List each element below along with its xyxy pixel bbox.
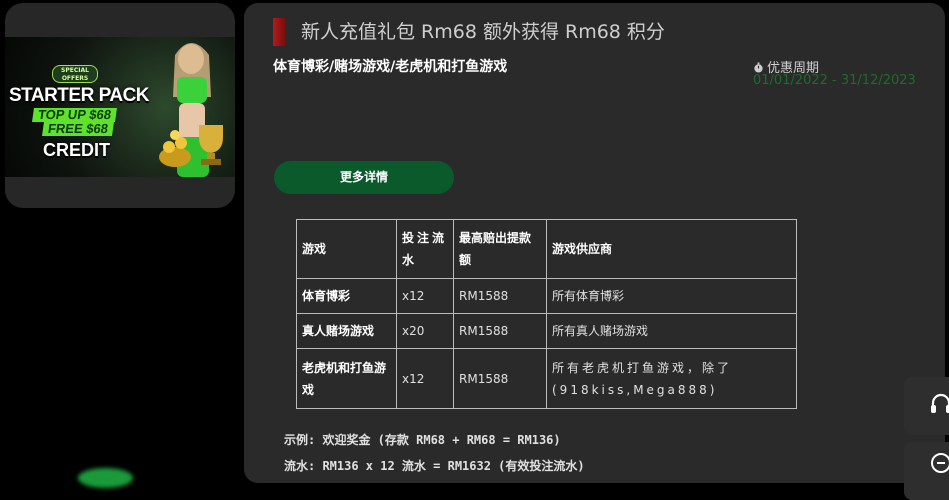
banner-credit-text: CREDIT	[43, 140, 110, 160]
headset-icon	[931, 393, 949, 413]
table-header-cell: 游戏供应商	[546, 219, 797, 279]
table-header-cell: 游戏	[296, 219, 397, 279]
table-cell: 老虎机和打鱼游戏	[296, 348, 397, 409]
table-cell: 体育博彩	[296, 278, 397, 314]
special-offers-badge: SPECIAL OFFERS	[52, 65, 98, 83]
table-row: 体育博彩 x12 RM1588 所有体育博彩	[296, 278, 797, 314]
table-cell: 所有真人赌场游戏	[546, 313, 797, 349]
banner-topup-text: TOP UP $68	[32, 107, 117, 122]
table-cell: RM1588	[453, 278, 547, 314]
more-details-button[interactable]: 更多详情	[274, 161, 454, 194]
promo-categories: 体育博彩/赌场游戏/老虎机和打鱼游戏	[273, 59, 508, 75]
table-cell: 真人赌场游戏	[296, 313, 397, 349]
starter-pack-banner[interactable]: SPECIAL OFFERS STARTER PACK TOP UP $68 F…	[5, 37, 235, 177]
table-row: 老虎机和打鱼游戏 x12 RM1588 所有老虎机打鱼游戏，除了(918kiss…	[296, 348, 797, 409]
table-cell: x12	[396, 278, 454, 314]
example-bonus-text: 示例: 欢迎奖金 (存款 RM68 + RM68 = RM136)	[284, 433, 561, 447]
chat-icon	[931, 453, 949, 473]
gold-coins-icon	[159, 130, 191, 167]
table-header-row: 游戏 投注流水 最高赔出提款额 游戏供应商	[296, 219, 797, 279]
banner-title: STARTER PACK	[9, 85, 150, 106]
example-turnover-text: 流水: RM136 x 12 流水 = RM1632 (有效投注流水)	[284, 459, 585, 473]
table-cell: 所有体育博彩	[546, 278, 797, 314]
table-row: 真人赌场游戏 x20 RM1588 所有真人赌场游戏	[296, 313, 797, 349]
trophy-icon	[199, 125, 223, 165]
table-header-cell: 最高赔出提款额	[453, 219, 547, 279]
table-cell: x12	[396, 348, 454, 409]
banner-free-text: FREE $68	[42, 121, 114, 136]
promo-title: 新人充值礼包 Rm68 额外获得 Rm68 积分	[301, 21, 665, 43]
table-header-cell: 投注流水	[396, 219, 454, 279]
customer-support-button[interactable]	[904, 377, 949, 435]
green-glow-decoration	[78, 468, 133, 488]
promo-detail-card: 新人充值礼包 Rm68 额外获得 Rm68 积分 体育博彩/赌场游戏/老虎机和打…	[244, 3, 945, 483]
table-cell: 所有老虎机打鱼游戏，除了(918kiss,Mega888)	[546, 348, 797, 409]
promo-rules-table: 游戏 投注流水 最高赔出提款额 游戏供应商 体育博彩 x12 RM1588 所有…	[296, 219, 797, 409]
table-cell: RM1588	[453, 348, 547, 409]
promo-period-value: 01/01/2022 - 31/12/2023	[753, 73, 916, 88]
title-accent-bar	[273, 18, 285, 46]
side-action-button[interactable]	[904, 442, 949, 500]
table-cell: RM1588	[453, 313, 547, 349]
table-cell: x20	[396, 313, 454, 349]
stopwatch-icon	[754, 62, 763, 73]
promo-thumbnail-card[interactable]: SPECIAL OFFERS STARTER PACK TOP UP $68 F…	[5, 3, 235, 208]
